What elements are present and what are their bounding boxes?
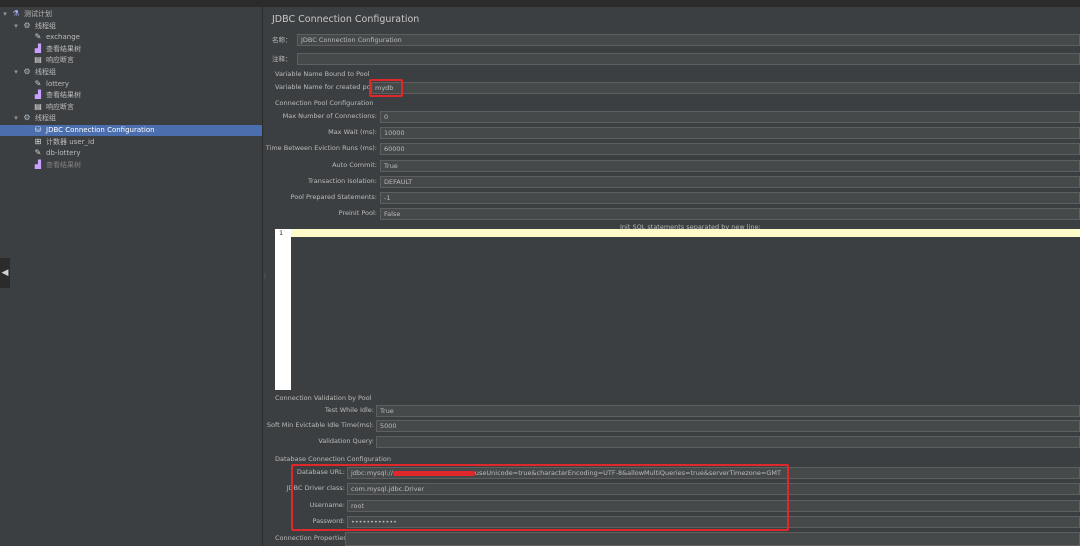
pool-setting-field[interactable]: 10000: [380, 127, 1080, 140]
panel-title: JDBC Connection Configuration: [272, 14, 420, 25]
tree-node[interactable]: ▾ ⚙ 线程组: [0, 113, 262, 124]
validation-setting-label: Test While Idle:: [324, 406, 374, 414]
pencil-icon: ✎: [34, 78, 42, 88]
gear-icon: ⚙: [23, 20, 31, 30]
jdbc-config-panel: JDBC Connection Configuration 名称： JDBC C…: [265, 7, 1080, 546]
validation-setting-label: Validation Query:: [318, 436, 374, 445]
tree-node[interactable]: ▟ 查看结果树: [0, 90, 262, 101]
validation-setting-field[interactable]: True: [376, 405, 1080, 417]
test-plan-icon: ⚗: [12, 9, 20, 18]
test-plan-tree[interactable]: ▾ ⚗ 测试计划 ▾ ⚙ 线程组 ✎ exchange ▟ 查看结果树 ▤ 响应断言 ▾ ⚙ 线程组 ✎ lot…: [0, 7, 263, 546]
validation-setting-label: Soft Min Evictable Idle Time(ms):: [266, 421, 374, 430]
tree-node[interactable]: ▾ ⚙ 线程组: [0, 67, 262, 78]
chart-icon: ▟: [34, 90, 42, 100]
tree-node[interactable]: ▤ 响应断言: [0, 102, 262, 113]
pool-setting-field[interactable]: 60000: [380, 143, 1080, 156]
pool-setting-label: Pool Prepared Statements:: [290, 193, 377, 201]
sql-line-number: 1: [279, 229, 284, 237]
tree-node-label: exchange: [46, 33, 80, 42]
tree-node-label: 响应断言: [46, 102, 74, 111]
counter-icon: ⊞: [34, 136, 42, 146]
pool-setting-field[interactable]: 0: [380, 111, 1080, 123]
tree-node-label: 线程组: [35, 114, 56, 123]
tree-node-label: 测试计划: [24, 10, 52, 18]
pool-setting-field[interactable]: -1: [380, 192, 1080, 204]
expand-toggle-icon[interactable]: ▾: [12, 67, 20, 78]
connection-properties-label: Connection Properties:: [275, 534, 349, 542]
comment-label: 注释：: [272, 55, 292, 63]
variable-name-label: Variable Name for created pool:: [275, 83, 379, 91]
collapse-arrow-icon[interactable]: ◀: [0, 258, 10, 288]
sql-text-area[interactable]: [291, 237, 1080, 390]
database-config-highlight: [291, 464, 789, 531]
variable-name-highlight: [369, 79, 403, 97]
document-icon: ▤: [34, 55, 42, 65]
pencil-icon: ✎: [34, 32, 42, 42]
tree-node-label: lottery: [46, 79, 70, 88]
tree-node[interactable]: ✎ db-lottery: [0, 148, 262, 159]
chart-icon: ▟: [34, 159, 42, 169]
pool-setting-field[interactable]: DEFAULT: [380, 175, 1080, 188]
section-connection-pool: Connection Pool Configuration: [275, 99, 374, 107]
tree-node-label: 响应断言: [46, 56, 74, 65]
tree-node[interactable]: ▾ ⚙ 线程组: [0, 21, 262, 32]
pool-setting-label: Preinit Pool:: [338, 209, 377, 218]
tree-node[interactable]: ▾ ⚗ 测试计划: [0, 9, 262, 20]
expand-toggle-icon[interactable]: ▾: [1, 9, 9, 20]
pool-setting-label: Transaction Isolation:: [308, 176, 377, 185]
tree-node[interactable]: ✎ lottery: [0, 79, 262, 90]
tree-node-label: 线程组: [35, 21, 56, 30]
connection-properties-field[interactable]: [345, 532, 1080, 546]
pool-setting-field[interactable]: False: [380, 208, 1080, 221]
tree-node[interactable]: ⊞ 计数器 user_id: [0, 137, 262, 148]
tree-node-label: 线程组: [35, 68, 56, 76]
pencil-icon: ✎: [34, 148, 42, 158]
validation-setting-field[interactable]: 5000: [376, 420, 1080, 433]
document-icon: ▤: [34, 101, 42, 111]
sql-current-line[interactable]: [291, 229, 1080, 237]
pool-setting-label: Max Wait (ms):: [328, 128, 377, 137]
validation-setting-field[interactable]: [376, 435, 1080, 448]
init-sql-editor[interactable]: 1: [275, 229, 1080, 390]
tree-node[interactable]: ▟ 查看结果树: [0, 44, 262, 55]
name-field[interactable]: JDBC Connection Configuration: [297, 34, 1080, 46]
gear-icon: ⚙: [23, 67, 31, 76]
pool-setting-label: Max Number of Connections:: [282, 112, 377, 120]
tree-node[interactable]: ▟ 查看结果树: [0, 160, 262, 171]
tree-node-label: db-lottery: [46, 149, 81, 158]
section-connection-validation: Connection Validation by Pool: [275, 394, 372, 402]
comment-field[interactable]: [297, 53, 1080, 65]
tree-node[interactable]: ⛁ JDBC Connection Configuration: [0, 125, 262, 136]
sql-line-gutter: 1: [275, 229, 291, 390]
tree-node-label: 查看结果树: [46, 91, 81, 100]
tree-node-label: JDBC Connection Configuration: [46, 126, 155, 134]
database-icon: ⛁: [34, 125, 42, 134]
chart-icon: ▟: [34, 43, 42, 53]
pool-setting-label: Auto Commit:: [332, 160, 377, 169]
variable-name-field[interactable]: mydb: [371, 82, 1080, 94]
tree-node-label: 计数器 user_id: [46, 137, 95, 146]
expand-toggle-icon[interactable]: ▾: [12, 21, 20, 32]
tree-node[interactable]: ▤ 响应断言: [0, 55, 262, 66]
tree-node-label: 查看结果树: [46, 44, 81, 53]
pool-setting-label: Time Between Eviction Runs (ms):: [265, 144, 377, 153]
section-variable-name: Variable Name Bound to Pool: [275, 70, 370, 78]
window-top-strip: [0, 0, 1080, 7]
panel-splitter[interactable]: ⋮: [262, 274, 268, 285]
gear-icon: ⚙: [23, 113, 31, 123]
tree-node[interactable]: ✎ exchange: [0, 32, 262, 43]
tree-node-label: 查看结果树: [46, 160, 81, 169]
pool-setting-field[interactable]: True: [380, 159, 1080, 172]
expand-toggle-icon[interactable]: ▾: [12, 113, 20, 124]
name-label: 名称：: [272, 36, 292, 44]
